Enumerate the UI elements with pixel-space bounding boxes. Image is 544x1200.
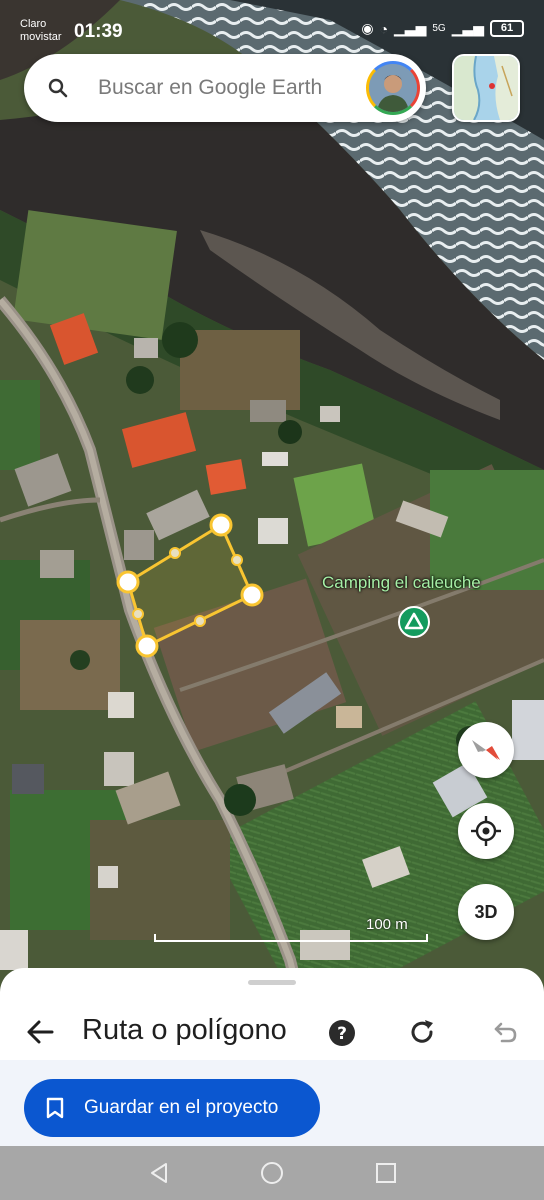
campground-pin-icon[interactable] [398,606,430,638]
status-icons: ◉ ◔ ▁▃▅ 5G ▁▃▅ 61 [361,20,524,37]
nav-home-icon[interactable] [259,1160,285,1186]
svg-text:?: ? [337,1024,347,1044]
compass-icon [472,740,500,760]
satellite-imagery [0,0,544,1000]
network-label: 5G [432,23,446,34]
carrier-names: Claro movistar [20,18,62,44]
status-bar: Claro movistar 01:39 ◉ ◔ ▁▃▅ 5G ▁▃▅ 61 [0,0,544,62]
tent-icon [404,612,424,630]
sheet-footer: Guardar en el proyecto [0,1060,544,1146]
my-location-icon [471,816,501,846]
redo-icon[interactable] [406,1016,438,1048]
compass-button[interactable] [458,722,514,778]
avatar-photo [369,64,417,112]
signal-icon: ▁▃▅ [394,20,427,36]
place-label[interactable]: Camping el caleuche [322,573,481,593]
undo-icon[interactable] [488,1016,520,1048]
my-location-button[interactable] [458,803,514,859]
battery-icon: 61 [490,20,524,37]
scale-bar: 100 m [154,916,428,944]
drag-handle[interactable] [248,980,296,985]
system-nav-bar [0,1146,544,1200]
nav-back-icon[interactable] [146,1160,172,1186]
bookmark-icon [46,1097,64,1119]
signal-icon-2: ▁▃▅ [451,20,484,36]
search-icon [48,78,68,98]
scale-line [154,934,428,942]
3d-toggle-button[interactable]: 3D [458,884,514,940]
save-button-label: Guardar en el proyecto [84,1097,279,1118]
avatar[interactable] [366,61,420,115]
search-input[interactable] [98,74,368,102]
sheet-title: Ruta o polígono [82,1014,287,1046]
bottom-sheet[interactable]: Ruta o polígono ? Guardar en el proyecto [0,968,544,1146]
back-arrow-icon[interactable] [22,1014,58,1050]
help-icon[interactable]: ? [328,1019,356,1047]
alarm-icon: ◔ [379,20,389,37]
nav-recents-icon[interactable] [373,1160,399,1186]
save-to-project-button[interactable]: Guardar en el proyecto [24,1079,320,1137]
minimap-thumbnail [454,56,518,120]
satellite-map[interactable] [0,0,544,1000]
scale-label: 100 m [366,916,408,933]
status-time: 01:39 [74,21,123,42]
carrier-1: Claro [20,18,47,30]
carrier-2: movistar [20,31,62,43]
eye-icon: ◉ [361,20,374,36]
search-bar[interactable] [24,54,426,122]
minimap-icon[interactable] [452,54,520,122]
